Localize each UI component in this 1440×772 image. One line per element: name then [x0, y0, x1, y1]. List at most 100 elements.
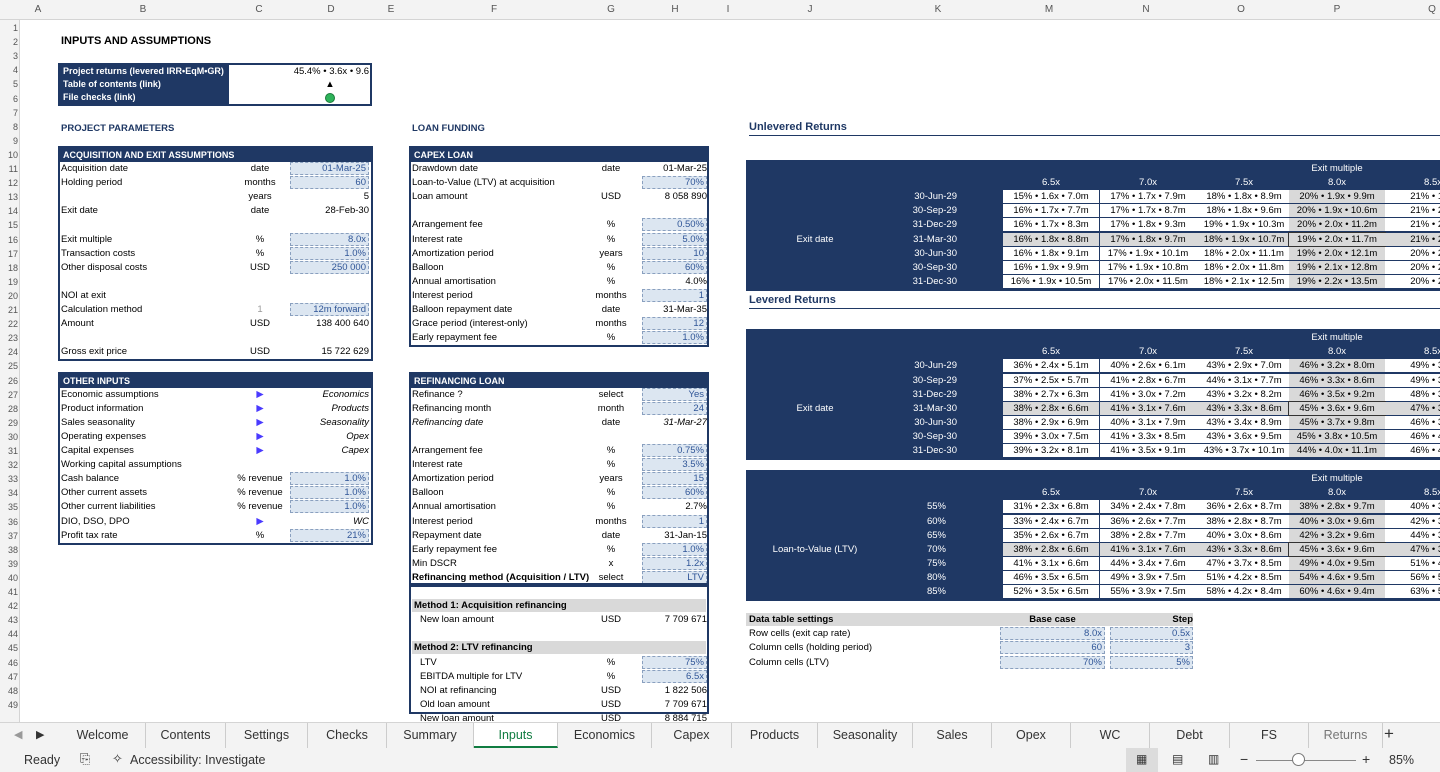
row-header[interactable]: 2 — [0, 37, 18, 47]
row-header[interactable]: 49 — [0, 700, 18, 710]
link-arrow-icon[interactable]: ▶ — [220, 416, 300, 429]
ltv-data-cell[interactable]: 41% • 3.1x • 6.6m — [1003, 556, 1099, 570]
column-header[interactable]: E — [383, 4, 399, 15]
ltv-data-cell[interactable]: 34% • 2.4x • 7.8m — [1100, 500, 1196, 514]
unlev-data-cell[interactable]: 16% • 1.7x • 8.3m — [1003, 218, 1099, 232]
dts-base-input[interactable]: 8.0x — [1000, 627, 1105, 641]
row-header[interactable]: 27 — [0, 390, 18, 400]
tab-economics[interactable]: Economics — [558, 723, 652, 748]
ltv-data-cell[interactable]: 36% • 2.6x • 7.7m — [1100, 514, 1196, 528]
ltv-data-cell[interactable]: 31% • 2.3x • 6.8m — [1003, 500, 1099, 514]
lev-data-cell[interactable]: 45% • 3.7x • 9.8m — [1289, 415, 1385, 429]
lev-data-cell[interactable]: 45% • 3.8x • 10.5m — [1289, 429, 1385, 443]
ltv-data-cell[interactable]: 45% • 3.6x • 9.6m — [1288, 541, 1386, 557]
unlev-data-cell[interactable]: 16% • 1.8x • 9.1m — [1003, 246, 1099, 260]
tab-inputs[interactable]: Inputs — [474, 723, 558, 748]
link-arrow-icon[interactable]: ▶ — [220, 402, 300, 415]
unlev-data-cell[interactable]: 16% • 1.9x • 10.5m — [1003, 274, 1099, 288]
row-header[interactable]: 46 — [0, 658, 18, 668]
column-header[interactable]: D — [323, 4, 339, 15]
lev-data-cell[interactable]: 46% • 3.3x • 8.6m — [1289, 373, 1385, 387]
column-header[interactable]: J — [802, 4, 818, 15]
ltv-data-cell[interactable]: 44% • 3.5x — [1385, 528, 1440, 542]
tab-opex[interactable]: Opex — [992, 723, 1071, 748]
row-header[interactable]: 14 — [0, 206, 18, 216]
row-header[interactable]: 30 — [0, 432, 18, 442]
lev-data-cell[interactable]: 41% • 3.3x • 8.5m — [1100, 429, 1196, 443]
row-header[interactable]: 8 — [0, 122, 18, 132]
row-header[interactable]: 4 — [0, 65, 18, 75]
unlev-data-cell[interactable]: 20% • 2.2x — [1385, 274, 1440, 288]
other-input[interactable]: 21% — [290, 528, 369, 542]
row-header[interactable]: 23 — [0, 333, 18, 343]
zoom-thumb[interactable] — [1292, 753, 1305, 766]
row-header[interactable]: 19 — [0, 277, 18, 287]
zoom-in-icon[interactable]: + — [1362, 751, 1370, 767]
row-header[interactable]: 16 — [0, 235, 18, 245]
lev-data-cell[interactable]: 48% • 3.7x — [1385, 387, 1440, 401]
project-returns-label[interactable]: Project returns (levered IRR•EqM•GR) — [63, 65, 229, 78]
check-ok-icon[interactable] — [325, 93, 335, 103]
ltv-data-cell[interactable]: 42% • 3.2x — [1385, 514, 1440, 528]
unlev-data-cell[interactable]: 18% • 1.8x • 8.9m — [1196, 190, 1292, 204]
unlev-data-cell[interactable]: 15% • 1.6x • 7.0m — [1003, 190, 1099, 204]
unlev-data-cell[interactable]: 17% • 1.8x • 9.3m — [1100, 218, 1196, 232]
link-arrow-icon[interactable]: ▶ — [220, 515, 300, 528]
row-header[interactable]: 34 — [0, 488, 18, 498]
acq-input[interactable]: 01-Mar-25 — [290, 162, 369, 175]
row-header[interactable]: 31 — [0, 446, 18, 456]
unlev-data-cell[interactable]: 17% • 2.0x • 11.5m — [1100, 274, 1196, 288]
lev-data-cell[interactable]: 41% • 2.8x • 6.7m — [1100, 373, 1196, 387]
lev-data-cell[interactable]: 38% • 2.8x • 6.6m — [1003, 401, 1099, 415]
lev-data-cell[interactable]: 43% • 2.9x • 7.0m — [1196, 359, 1292, 373]
unlev-data-cell[interactable]: 16% • 1.9x • 9.9m — [1003, 260, 1099, 274]
dts-step-input[interactable]: 5% — [1110, 655, 1193, 669]
row-header[interactable]: 5 — [0, 79, 18, 89]
row-header[interactable]: 36 — [0, 517, 18, 527]
lev-data-cell[interactable]: 41% • 3.1x • 7.6m — [1100, 401, 1196, 415]
refi-input[interactable]: 0.75% — [642, 444, 707, 457]
unlev-data-cell[interactable]: 17% • 1.9x • 10.1m — [1100, 246, 1196, 260]
m2-input[interactable]: 6.5x — [642, 669, 707, 683]
lev-data-cell[interactable]: 40% • 2.6x • 6.1m — [1100, 359, 1196, 373]
capex-input[interactable]: 70% — [642, 176, 707, 190]
column-header[interactable]: O — [1233, 4, 1249, 15]
column-header[interactable]: B — [135, 4, 151, 15]
next-sheet-icon[interactable]: ▶ — [36, 728, 44, 741]
capex-input[interactable]: 1 — [642, 288, 707, 302]
acq-input[interactable]: 250 000 — [290, 260, 369, 274]
lev-data-cell[interactable]: 36% • 2.4x • 5.1m — [1003, 359, 1099, 373]
tab-seasonality[interactable]: Seasonality — [818, 723, 913, 748]
capex-input[interactable]: 1.0% — [642, 331, 707, 345]
row-header[interactable]: 12 — [0, 178, 18, 188]
ltv-data-cell[interactable]: 49% • 4.0x • 9.5m — [1289, 556, 1385, 570]
tab-products[interactable]: Products — [732, 723, 818, 748]
ltv-data-cell[interactable]: 43% • 3.3x • 8.6m — [1196, 542, 1292, 556]
lev-data-cell[interactable]: 46% • 3.9x — [1385, 415, 1440, 429]
ltv-data-cell[interactable]: 46% • 3.5x • 6.5m — [1003, 570, 1099, 584]
row-header[interactable]: 39 — [0, 559, 18, 569]
dts-step-input[interactable]: 0.5x — [1110, 627, 1193, 641]
row-header[interactable]: 10 — [0, 150, 18, 160]
refi-input[interactable]: 1 — [642, 514, 707, 528]
ltv-data-cell[interactable]: 44% • 3.4x • 7.6m — [1100, 556, 1196, 570]
toc-link[interactable]: Table of contents (link) — [63, 78, 229, 91]
accessibility-status[interactable]: Accessibility: Investigate — [130, 753, 265, 767]
row-header[interactable]: 3 — [0, 51, 18, 61]
row-header[interactable]: 11 — [0, 164, 18, 174]
row-header[interactable]: 48 — [0, 686, 18, 696]
row-header[interactable]: 13 — [0, 192, 18, 202]
lev-data-cell[interactable]: 49% • 3.6x — [1385, 373, 1440, 387]
row-header[interactable]: 21 — [0, 305, 18, 315]
unlev-data-cell[interactable]: 21% • 2.1x — [1385, 232, 1440, 246]
ltv-data-cell[interactable]: 41% • 3.1x • 7.6m — [1100, 542, 1196, 556]
row-header[interactable]: 45 — [0, 643, 18, 653]
unlev-data-cell[interactable]: 19% • 1.9x • 10.3m — [1196, 218, 1292, 232]
lev-data-cell[interactable]: 46% • 4.3x — [1385, 444, 1440, 457]
row-header[interactable]: 29 — [0, 418, 18, 428]
column-header[interactable]: P — [1329, 4, 1345, 15]
zoom-out-icon[interactable]: − — [1240, 751, 1248, 767]
row-header[interactable]: 42 — [0, 601, 18, 611]
tab-summary[interactable]: Summary — [387, 723, 474, 748]
row-header[interactable]: 18 — [0, 263, 18, 273]
